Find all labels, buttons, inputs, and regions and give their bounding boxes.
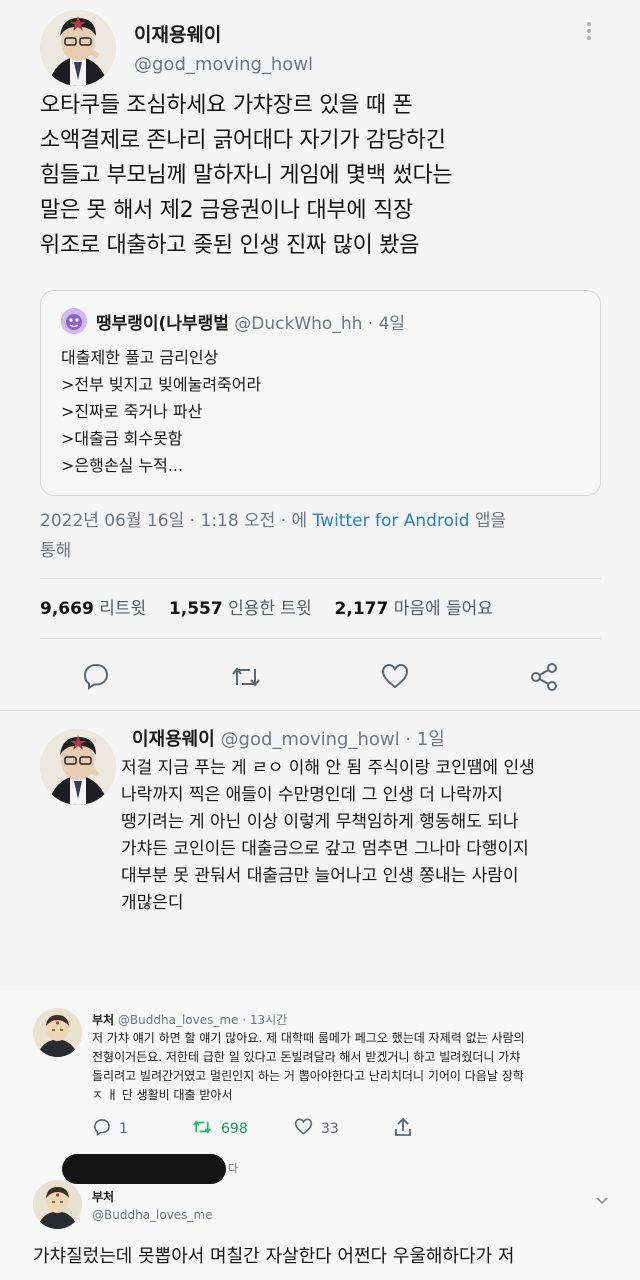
tweet-body: 오타쿠들 조심하세요 가챠장르 있을 때 폰 소액결제로 존나리 긁어대다 자기… [40,88,620,263]
share-icon [394,1117,412,1141]
screenshot-like: 33 [294,1118,339,1139]
tweet-stats: 9,669 리트윗 1,557 인용한 트윗 2,177 마음에 들어요 [40,594,493,619]
divider [40,578,601,579]
author-handle: @Buddha_loves_me [117,1013,239,1027]
screenshot-text-line: 전형이거든요. 저한테 급한 일 있다고 돈빌려달라 해서 받겠거니 하고 빌려… [92,1050,521,1064]
screenshot-reply: 1 [93,1118,128,1140]
tweet-text-line: 말은 못 해서 제2 금융권이나 대부에 직장 [40,198,413,223]
quotes-stat[interactable]: 1,557 인용한 트윗 [169,599,312,619]
author-handle[interactable]: @god_moving_howl [221,729,400,750]
tweet-timestamp: 2022년 06월 16일 · 1:18 오전 · 에 Twitter for … [40,506,620,566]
quoted-author-handle: @DuckWho_hh [234,314,363,334]
avatar[interactable] [40,729,116,805]
screenshot-retweet: 698 [191,1118,248,1140]
tweet-time: · 1일 [405,729,445,750]
retweet-count: 698 [221,1121,248,1137]
tweet-time: · 13시간 [242,1013,288,1027]
timestamp-suffix: 앱을 [469,511,507,531]
screenshot-text-line: 저 가챠 얘기 하면 할 얘기 많아요. 제 대학때 룸메가 페그오 했는데 자… [92,1031,525,1045]
timestamp-text: 2022년 06월 16일 · 1:18 오전 · 에 [40,511,313,531]
reply-text-line: 나락까지 찍은 애들이 수만명인데 그 인생 더 나락까지 [121,785,503,805]
author-name: 부처 [92,1190,115,1204]
quoted-time: · 4일 [367,314,406,334]
bottom-tweet-text: 가챠질렀는데 못뽑아서 며칠간 자살한다 어쩐다 우울해하다가 저 [33,1246,515,1267]
retweet-icon[interactable] [230,663,262,691]
reply-text-line: 저걸 지금 푸는 게 ㄹㅇ 이해 안 됨 주식이랑 코인땜에 인생 [121,758,535,778]
likes-count: 2,177 [334,599,389,619]
quoted-text-line: >진짜로 죽거나 파산 [61,402,203,421]
reply-text-line: 대부분 못 관둬서 대출금만 늘어나고 인생 쫑내는 사람이 [121,866,519,886]
tweet-text-line: 위조로 대출하고 좆된 인생 진짜 많이 봤음 [40,233,420,258]
tweet-text-line: 힘들고 부모님께 말하자니 게임에 몇백 썼다는 [40,163,453,188]
censored-suffix: 다 [228,1162,239,1175]
likes-label: 마음에 들어요 [393,599,493,619]
reply-body: 저걸 지금 푸는 게 ㄹㅇ 이해 안 됨 주식이랑 코인땜에 인생 나락까지 찍… [121,755,631,917]
reply-icon[interactable] [82,662,110,690]
like-icon[interactable] [381,663,409,689]
author-name[interactable]: 이재용웨이 [134,20,221,47]
reply-text-line: 가챠든 코인이든 대출금으로 갚고 멈추면 그나마 다행이지 [121,839,529,859]
more-options-icon[interactable] [587,19,591,43]
screenshot-text-line: 돌리려고 빌려간거였고 멀린인지 하는 거 뽑아야한다고 난리치더니 기어이 다… [92,1069,524,1083]
quoted-author-name: 땡부랭이(나부랭벌 [96,314,229,334]
censored-redaction [62,1154,226,1184]
author-handle: @Buddha_loves_me [92,1208,213,1222]
divider [0,710,640,711]
reply-header: 이재용웨이 @god_moving_howl · 1일 [132,725,445,751]
like-count: 33 [321,1120,339,1137]
share-icon[interactable] [529,662,559,692]
avatar[interactable] [40,10,116,86]
retweets-count: 9,669 [40,599,94,619]
reply-text-line: 개많은디 [121,893,184,913]
chevron-down-icon[interactable] [596,1190,608,1209]
reply-text-line: 땡기려는 게 아닌 이상 이렇게 무책임하게 행동해도 되나 [121,812,519,832]
reply-icon [93,1118,111,1140]
screenshot-text-line: ㅈ ㅐ 단 생활비 대출 받아서 [92,1088,233,1102]
likes-stat[interactable]: 2,177 마음에 들어요 [335,599,493,619]
quoted-tweet-card[interactable]: 땡부랭이(나부랭벌 @DuckWho_hh · 4일 대출제한 풀고 금리인상 … [40,290,601,496]
avatar[interactable] [33,1008,82,1057]
quotes-label: 인용한 트윗 [228,599,312,619]
retweet-icon [191,1118,213,1140]
divider [40,638,601,639]
quoted-header: 땡부랭이(나부랭벌 @DuckWho_hh · 4일 [96,309,405,334]
quoted-text: 대출제한 풀고 금리인상 >전부 빚지고 빚에눌려죽어라 >진짜로 죽거나 파산… [61,344,261,479]
author-name: 부처 [92,1013,115,1027]
tweet-text-line: 소액결제로 존나리 긁어대다 자기가 감당하긴 [40,128,446,153]
quoted-text-line: >전부 빚지고 빚에눌려죽어라 [61,375,262,394]
tweet-text-line: 오타쿠들 조심하세요 가챠장르 있을 때 폰 [40,93,413,118]
reply-count: 1 [119,1121,128,1137]
author-name[interactable]: 이재용웨이 [132,729,215,750]
quoted-text-line: >은행손실 누적... [61,456,184,475]
quoted-avatar [61,308,87,334]
screenshot-header: 부처 @Buddha_loves_me · 13시간 [92,1011,287,1028]
client-link[interactable]: Twitter for Android [313,511,470,531]
author-handle[interactable]: @god_moving_howl [134,54,313,75]
quoted-text-line: >대출금 회수못함 [61,429,183,448]
quoted-text-line: 대출제한 풀고 금리인상 [61,348,219,367]
avatar[interactable] [33,1180,82,1229]
quotes-count: 1,557 [168,599,223,619]
like-icon [294,1118,313,1139]
retweets-label: 리트윗 [99,599,147,619]
retweets-stat[interactable]: 9,669 리트윗 [40,599,146,619]
timestamp-line2: 통해 [40,541,72,561]
screenshot-body: 저 가챠 얘기 하면 할 얘기 많아요. 제 대학때 룸메가 페그오 했는데 자… [92,1029,632,1105]
